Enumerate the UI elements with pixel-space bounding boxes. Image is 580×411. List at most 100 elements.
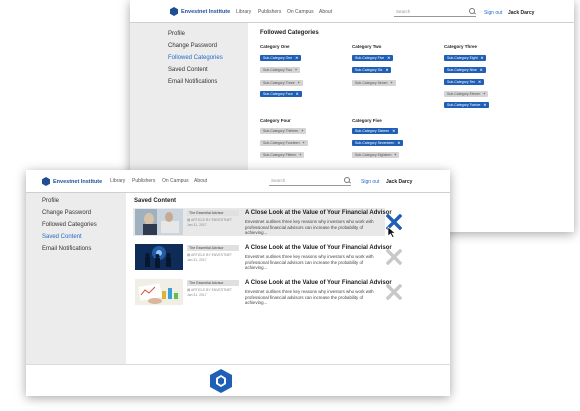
user-name: Jack Darcy bbox=[508, 10, 535, 16]
remove-saved-icon[interactable] bbox=[386, 284, 402, 300]
search-icon[interactable] bbox=[344, 177, 350, 183]
subcategory-tag[interactable]: Sub-Category Three + bbox=[260, 80, 303, 86]
sidebar-item-change-password[interactable]: Change Password bbox=[42, 210, 91, 216]
subcategory-tag[interactable]: Sub-Category Eight ✕ bbox=[444, 55, 487, 61]
remove-tag-icon[interactable]: ✕ bbox=[483, 102, 486, 108]
subcategory-tag[interactable]: Sub-Category Eleven + bbox=[444, 91, 489, 97]
remove-tag-icon[interactable]: ✕ bbox=[392, 128, 395, 134]
saved-content-card[interactable]: The Essential Advisor ▤ ARTICLE BY ENVES… bbox=[133, 278, 392, 306]
brand-logo[interactable]: Envestnet Institute bbox=[42, 177, 102, 186]
search-placeholder: Search bbox=[396, 9, 411, 14]
article-title[interactable]: A Close Look at the Value of Your Financ… bbox=[245, 280, 392, 286]
nav-on-campus[interactable]: On Campus bbox=[287, 9, 314, 15]
sidebar-item-profile[interactable]: Profile bbox=[168, 31, 185, 37]
sidebar-item-followed-categories[interactable]: Followed Categories bbox=[168, 55, 223, 61]
sign-out-link[interactable]: Sign out bbox=[484, 10, 502, 16]
article-title[interactable]: A Close Look at the Value of Your Financ… bbox=[245, 210, 392, 216]
sign-out-link[interactable]: Sign out bbox=[361, 179, 379, 185]
add-tag-icon[interactable]: + bbox=[391, 80, 393, 86]
article-meta: The Essential Advisor ▤ ARTICLE BY ENVES… bbox=[187, 245, 239, 262]
remove-tag-icon[interactable]: ✕ bbox=[296, 91, 299, 97]
search-input[interactable]: Search bbox=[269, 177, 351, 186]
subcategory-tag[interactable]: Sub-Category Four ✕ bbox=[260, 91, 302, 97]
remove-tag-icon[interactable]: ✕ bbox=[481, 55, 484, 61]
subcategory-tag[interactable]: Sub-Category Twelve ✕ bbox=[444, 102, 490, 108]
tag-label: Sub-Category Two bbox=[263, 68, 292, 72]
hexagon-logo-icon bbox=[42, 177, 50, 186]
subcategory-tag[interactable]: Sub-Category Fourteen + bbox=[260, 140, 308, 146]
category-title: Category Three bbox=[444, 44, 478, 49]
nav-library[interactable]: Library bbox=[236, 9, 251, 15]
search-placeholder: Search bbox=[271, 178, 286, 183]
mouse-cursor-icon bbox=[387, 226, 396, 238]
subcategory-tag[interactable]: Sub-Category Seven + bbox=[352, 80, 396, 86]
sidebar-item-profile[interactable]: Profile bbox=[42, 198, 59, 204]
subcategory-tag[interactable]: Sub-Category Seventeen ✕ bbox=[352, 140, 404, 146]
remove-tag-icon[interactable]: ✕ bbox=[295, 55, 298, 61]
category-title: Category One bbox=[260, 44, 290, 49]
sidebar-item-email-notifications[interactable]: Email Notifications bbox=[168, 79, 217, 85]
brand-name: Envestnet Institute bbox=[53, 178, 103, 185]
search-input[interactable]: Search bbox=[394, 8, 476, 17]
remove-tag-icon[interactable]: ✕ bbox=[478, 79, 481, 85]
document-icon: ▤ bbox=[187, 253, 191, 257]
nav-about[interactable]: About bbox=[194, 178, 207, 184]
add-tag-icon[interactable]: + bbox=[298, 80, 300, 86]
remove-tag-icon[interactable]: ✕ bbox=[387, 55, 390, 61]
article-title[interactable]: A Close Look at the Value of Your Financ… bbox=[245, 245, 392, 251]
tag-label: Sub-Category Seven bbox=[355, 81, 388, 85]
add-tag-icon[interactable]: + bbox=[299, 152, 301, 158]
sidebar-item-followed-categories[interactable]: Followed Categories bbox=[42, 222, 97, 228]
nav-publishers[interactable]: Publishers bbox=[258, 9, 281, 15]
subcategory-tag[interactable]: Sub-Category Nine ✕ bbox=[444, 67, 486, 73]
add-tag-icon[interactable]: + bbox=[483, 91, 485, 97]
subcategory-tag[interactable]: Sub-Category Two + bbox=[260, 67, 300, 73]
add-tag-icon[interactable]: + bbox=[303, 140, 305, 146]
saved-content-window: Envestnet Institute Library Publishers O… bbox=[26, 170, 450, 396]
tag-label: Sub-Category Eight bbox=[447, 56, 478, 60]
brand-logo[interactable]: Envestnet Institute bbox=[170, 7, 230, 16]
top-nav-bar: Envestnet Institute Library Publishers O… bbox=[130, 0, 574, 23]
sidebar-item-saved-content[interactable]: Saved Content bbox=[42, 234, 82, 240]
subcategory-tag[interactable]: Sub-Category Thirteen + bbox=[260, 128, 307, 134]
remove-saved-icon[interactable] bbox=[386, 249, 402, 265]
document-icon: ▤ bbox=[187, 288, 191, 292]
subcategory-tag[interactable]: Sub-Category Six ✕ bbox=[352, 67, 392, 73]
subcategory-tag[interactable]: Sub-Category Fifteen + bbox=[260, 152, 305, 158]
subcategory-tag[interactable]: Sub-Category One ✕ bbox=[260, 55, 302, 61]
category-title: Category Five bbox=[352, 118, 382, 123]
remove-tag-icon[interactable]: ✕ bbox=[385, 67, 388, 73]
tag-label: Sub-Category One bbox=[263, 56, 293, 60]
article-meta: The Essential Advisor ▤ ARTICLE BY ENVES… bbox=[187, 280, 239, 297]
remove-tag-icon[interactable]: ✕ bbox=[480, 67, 483, 73]
subcategory-tag[interactable]: Sub-Category Five ✕ bbox=[352, 55, 394, 61]
sidebar-item-email-notifications[interactable]: Email Notifications bbox=[42, 246, 91, 252]
tag-label: Sub-Category Four bbox=[263, 92, 293, 96]
nav-about[interactable]: About bbox=[319, 9, 332, 15]
article-type: ▤ ARTICLE BY ENVESTNET bbox=[187, 253, 239, 257]
tag-label: Sub-Category Fourteen bbox=[263, 141, 300, 145]
saved-content-card[interactable]: The Essential Advisor ▤ ARTICLE BY ENVES… bbox=[133, 208, 392, 236]
sidebar-item-saved-content[interactable]: Saved Content bbox=[168, 67, 208, 73]
hexagon-logo-icon[interactable] bbox=[210, 369, 232, 393]
nav-library[interactable]: Library bbox=[110, 178, 125, 184]
add-tag-icon[interactable]: + bbox=[301, 128, 303, 134]
saved-content-card[interactable]: The Essential Advisor ▤ ARTICLE BY ENVES… bbox=[133, 243, 392, 271]
nav-publishers[interactable]: Publishers bbox=[132, 178, 155, 184]
tag-label: Sub-Category Sixteen bbox=[355, 129, 390, 133]
top-nav-bar: Envestnet Institute Library Publishers O… bbox=[26, 170, 450, 193]
article-thumbnail-image bbox=[135, 279, 183, 305]
remove-tag-icon[interactable]: ✕ bbox=[397, 140, 400, 146]
tag-label: Sub-Category Seventeen bbox=[355, 141, 395, 145]
tag-label: Sub-Category Thirteen bbox=[263, 129, 299, 133]
tag-label: Sub-Category Five bbox=[355, 56, 385, 60]
subcategory-tag[interactable]: Sub-Category Ten ✕ bbox=[444, 79, 485, 85]
subcategory-tag[interactable]: Sub-Category Eighteen + bbox=[352, 152, 400, 158]
search-icon[interactable] bbox=[469, 8, 475, 14]
add-tag-icon[interactable]: + bbox=[394, 152, 396, 158]
sidebar-item-change-password[interactable]: Change Password bbox=[168, 43, 217, 49]
nav-on-campus[interactable]: On Campus bbox=[162, 178, 189, 184]
category-title: Category Two bbox=[352, 44, 382, 49]
add-tag-icon[interactable]: + bbox=[295, 67, 297, 73]
subcategory-tag[interactable]: Sub-Category Sixteen ✕ bbox=[352, 128, 399, 134]
